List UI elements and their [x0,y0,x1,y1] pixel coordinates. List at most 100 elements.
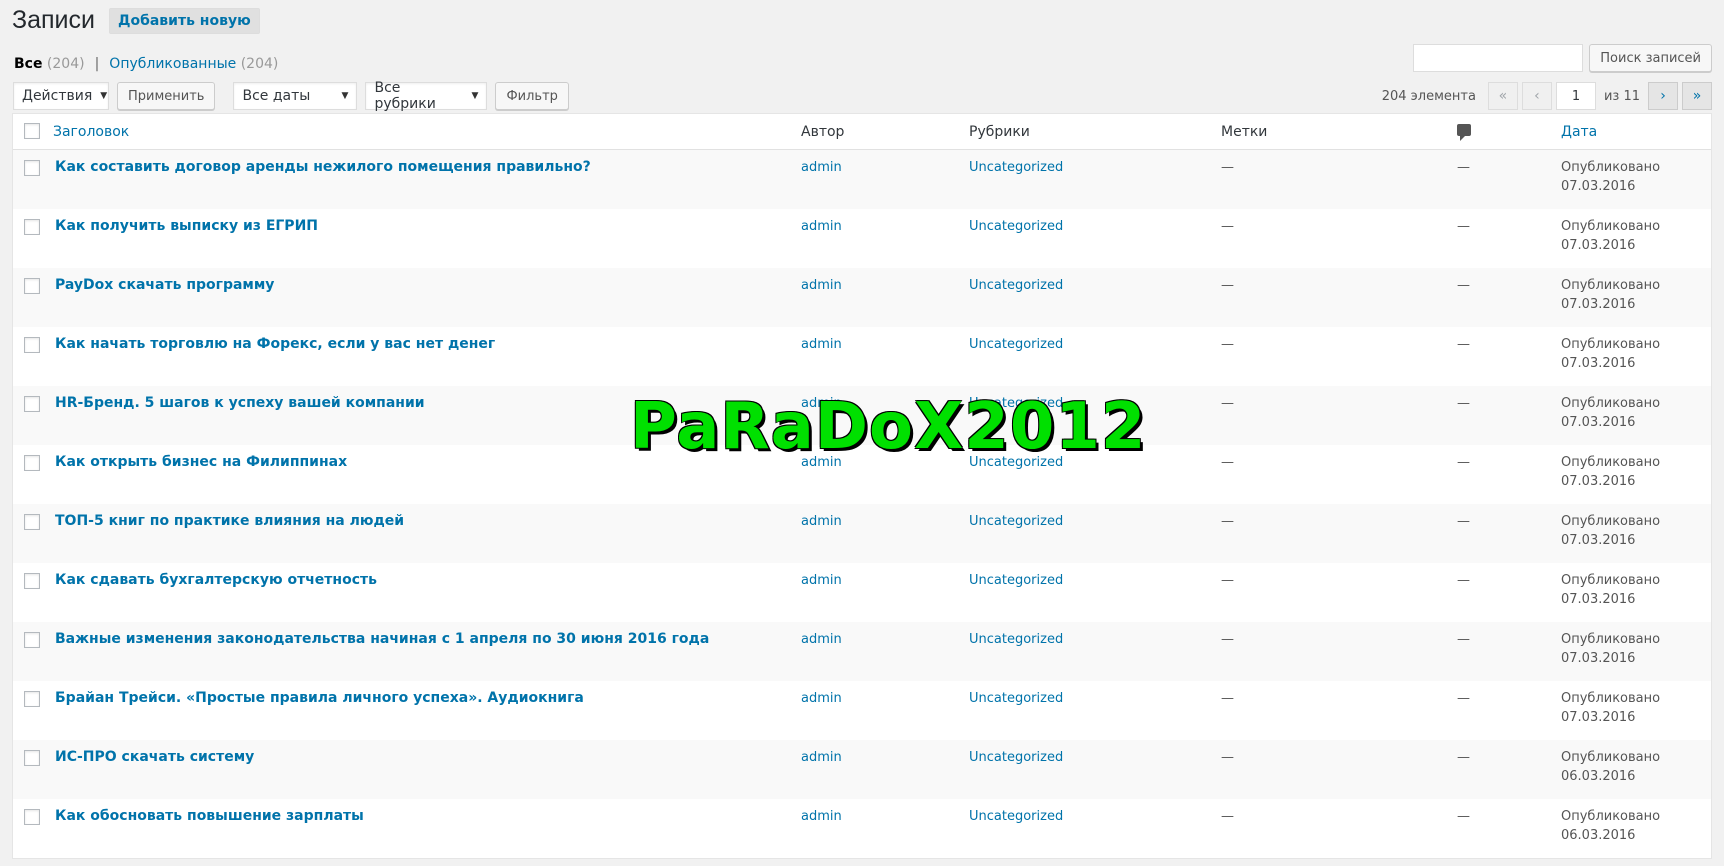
current-page-input[interactable]: 1 [1555,82,1596,110]
row-checkbox[interactable] [24,278,40,294]
row-checkbox[interactable] [24,514,40,530]
table-row: Важные изменения законодательства начина… [13,622,1711,681]
view-separator: | [94,56,100,72]
author-link[interactable]: admin [801,219,842,234]
post-title-link[interactable]: Как открыть бизнес на Филиппинах [53,454,347,470]
row-checkbox[interactable] [24,455,40,471]
apply-button[interactable]: Применить [117,82,216,110]
search-input[interactable] [1413,44,1584,72]
date-cell: Опубликовано 07.03.2016 [1561,394,1711,432]
column-tags: Метки [1221,123,1268,140]
post-title-link[interactable]: Брайан Трейси. «Простые правила личного … [53,690,584,706]
prev-page-button[interactable]: ‹ [1521,82,1552,110]
author-link[interactable]: admin [801,337,842,352]
category-link[interactable]: Uncategorized [969,691,1063,706]
post-title-link[interactable]: HR-Бренд. 5 шагов к успеху вашей компани… [53,395,425,411]
row-checkbox[interactable] [24,632,40,648]
bulk-actions-value: Действия [22,88,93,104]
category-link[interactable]: Uncategorized [969,278,1063,293]
post-date: 07.03.2016 [1561,474,1636,489]
post-date: 06.03.2016 [1561,769,1636,784]
author-link[interactable]: admin [801,632,842,647]
date-cell: Опубликовано 07.03.2016 [1561,217,1711,255]
author-link[interactable]: admin [801,160,842,175]
post-title-link[interactable]: Как получить выписку из ЕГРИП [53,218,318,234]
category-link[interactable]: Uncategorized [969,809,1063,824]
comment-bubble-icon[interactable] [1457,123,1471,141]
author-link[interactable]: admin [801,809,842,824]
tags-value: — [1221,573,1234,588]
category-link[interactable]: Uncategorized [969,632,1063,647]
author-link[interactable]: admin [801,396,842,411]
post-status: Опубликовано [1561,514,1661,529]
post-title-link[interactable]: Как сдавать бухгалтерскую отчетность [53,572,377,588]
table-body: Как составить договор аренды нежилого по… [13,150,1711,858]
tags-value: — [1221,219,1234,234]
comments-value: — [1457,278,1470,293]
add-new-button[interactable]: Добавить новую [108,7,260,34]
author-link[interactable]: admin [801,691,842,706]
sort-date-link[interactable]: Дата [1561,124,1597,140]
category-filter-select[interactable]: Все рубрики ▼ [365,80,488,112]
dropdown-arrow-icon: ▼ [471,91,479,101]
table-row: Как начать торговлю на Форекс, если у ва… [13,327,1711,386]
post-title-link[interactable]: ТОП-5 книг по практике влияния на людей [53,513,404,529]
row-checkbox[interactable] [24,691,40,707]
table-row: ТОП-5 книг по практике влияния на людей a… [13,504,1711,563]
category-link[interactable]: Uncategorized [969,396,1063,411]
category-link[interactable]: Uncategorized [969,219,1063,234]
post-date: 07.03.2016 [1561,710,1636,725]
sort-title-link[interactable]: Заголовок [53,124,129,140]
row-checkbox[interactable] [24,396,40,412]
post-date: 07.03.2016 [1561,179,1636,194]
dropdown-arrow-icon: ▼ [341,91,349,101]
row-checkbox[interactable] [24,337,40,353]
post-title-link[interactable]: Как обосновать повышение зарплаты [53,808,364,824]
page-header: Записи Добавить новую [12,6,260,35]
author-link[interactable]: admin [801,455,842,470]
row-checkbox[interactable] [24,750,40,766]
post-status: Опубликовано [1561,573,1661,588]
table-row: Как открыть бизнес на Филиппинах admin Unc… [13,445,1711,504]
row-checkbox[interactable] [24,573,40,589]
author-link[interactable]: admin [801,278,842,293]
total-pages-label: из 11 [1603,88,1640,104]
row-checkbox[interactable] [24,809,40,825]
view-all[interactable]: Все (204) [14,56,85,72]
post-title-link[interactable]: PayDox скачать программу [53,277,274,293]
date-filter-select[interactable]: Все даты ▼ [233,82,358,110]
table-row: Как составить договор аренды нежилого по… [13,150,1711,209]
select-all-checkbox[interactable] [24,122,40,139]
post-status: Опубликовано [1561,809,1661,824]
tags-value: — [1221,278,1234,293]
post-title-link[interactable]: Важные изменения законодательства начина… [53,631,709,647]
post-status: Опубликовано [1561,219,1661,234]
author-link[interactable]: admin [801,514,842,529]
search-button[interactable]: Поиск записей [1589,44,1712,72]
comments-value: — [1457,337,1470,352]
view-published[interactable]: Опубликованные (204) [109,56,278,72]
category-link[interactable]: Uncategorized [969,160,1063,175]
author-link[interactable]: admin [801,750,842,765]
category-link[interactable]: Uncategorized [969,750,1063,765]
tags-value: — [1221,455,1234,470]
filter-button[interactable]: Фильтр [495,82,569,110]
row-checkbox[interactable] [24,160,40,176]
category-link[interactable]: Uncategorized [969,514,1063,529]
post-title-link[interactable]: Как составить договор аренды нежилого по… [53,159,591,175]
comments-value: — [1457,632,1470,647]
post-title-link[interactable]: Как начать торговлю на Форекс, если у ва… [53,336,495,352]
category-link[interactable]: Uncategorized [969,573,1063,588]
bulk-actions-select[interactable]: Действия ▼ [13,82,109,110]
category-link[interactable]: Uncategorized [969,337,1063,352]
date-cell: Опубликовано 07.03.2016 [1561,453,1711,491]
category-link[interactable]: Uncategorized [969,455,1063,470]
author-link[interactable]: admin [801,573,842,588]
last-page-button[interactable]: » [1682,82,1712,110]
post-date: 07.03.2016 [1561,415,1636,430]
first-page-button[interactable]: « [1487,82,1518,110]
tags-value: — [1221,750,1234,765]
row-checkbox[interactable] [24,219,40,235]
post-title-link[interactable]: ИС-ПРО скачать систему [53,749,254,765]
next-page-button[interactable]: › [1648,82,1678,110]
